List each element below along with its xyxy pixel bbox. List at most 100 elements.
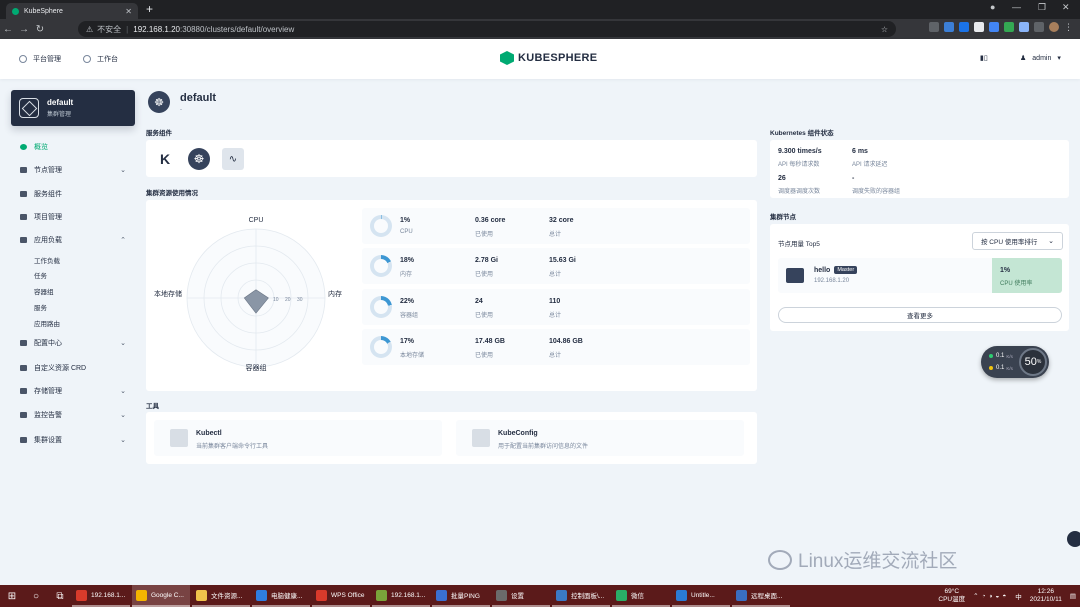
extension-icon[interactable]	[989, 22, 999, 32]
app-label: 电脑健康...	[271, 593, 303, 600]
close-tab-icon[interactable]: ✕	[125, 7, 132, 16]
sidebar-subitem-services[interactable]: 服务	[34, 302, 47, 312]
chevron-down-icon: ▾	[1057, 55, 1061, 62]
extension-icon[interactable]	[959, 22, 969, 32]
kubeconfig-tool[interactable]: KubeConfig 用于配置当前集群访问信息的文件	[456, 420, 744, 456]
profile-icon[interactable]: ●	[990, 2, 995, 12]
sidebar-item-storage[interactable]: 存储管理 ⌄	[20, 386, 130, 396]
translate-icon[interactable]	[929, 22, 939, 32]
cluster-switcher[interactable]: default 集群管理	[11, 90, 135, 126]
browser-tab[interactable]: KubeSphere ✕	[6, 3, 138, 19]
taskbar-app-button[interactable]: 微信	[612, 585, 670, 607]
kubectl-tool[interactable]: Kubectl 当前集群客户端命令行工具	[154, 420, 442, 456]
menu-dots-icon[interactable]: ⋮	[1064, 22, 1074, 32]
app-label: WPS Office	[331, 591, 365, 599]
components-icon	[20, 191, 27, 197]
extension-icon[interactable]	[1004, 22, 1014, 32]
app-icon	[196, 589, 207, 601]
kubesphere-component-icon[interactable]: K	[154, 148, 176, 170]
sidebar-item-nodes[interactable]: 节点管理 ⌄	[20, 165, 130, 175]
workbench-button[interactable]: 工作台	[83, 54, 118, 64]
sidebar-item-projects[interactable]: 项目管理	[20, 212, 130, 222]
warning-icon: ⚠	[86, 24, 94, 34]
avatar[interactable]	[1049, 22, 1059, 32]
taskbar-app-button[interactable]: WPS Office	[312, 585, 370, 607]
network-monitor-widget[interactable]: 0.1 K/s 0.1 K/s 50%	[981, 346, 1049, 378]
tray-icons[interactable]: ⌃◔◑◒◓	[973, 592, 1009, 600]
sidebar-item-settings[interactable]: 集群设置 ⌄	[20, 435, 130, 445]
taskbar-app-button[interactable]: 192.168.1...	[72, 585, 130, 607]
address-bar[interactable]: ⚠ 不安全 | 192.168.1.20 :30880/clusters/def…	[78, 21, 896, 37]
tab-title: KubeSphere	[24, 7, 63, 15]
clock[interactable]: 12:26 2021/10/11	[1030, 588, 1062, 604]
app-label: Untitle...	[691, 591, 715, 599]
ime-indicator[interactable]: 中	[1015, 591, 1022, 601]
sidebar-subitem-pods[interactable]: 容器组	[34, 286, 54, 296]
forward-icon[interactable]: →	[16, 24, 32, 35]
back-icon[interactable]: ←	[0, 24, 16, 35]
sidebar: default 集群管理 概览 节点管理 ⌄ 服务组件 项目管理 应用负载 ⌃ 工作…	[0, 79, 142, 585]
taskbar-app-button[interactable]: 远程桌面...	[732, 585, 790, 607]
logo-text: KUBESPHERE	[518, 52, 598, 64]
chevron-up-icon: ⌃	[120, 237, 126, 244]
taskbar-app-button[interactable]: 批量PING	[432, 585, 490, 607]
view-more-button[interactable]: 查看更多	[778, 307, 1062, 323]
taskbar-app-button[interactable]: 192.168.1...	[372, 585, 430, 607]
page-header: ☸ default -	[148, 91, 216, 113]
minimize-icon[interactable]: —	[1012, 2, 1021, 12]
resource-total: 104.86 GB	[549, 338, 583, 345]
task-view-icon[interactable]: ⧉	[48, 591, 72, 602]
sidebar-item-components[interactable]: 服务组件	[20, 189, 130, 199]
sidebar-item-workloads[interactable]: 应用负载 ⌃	[20, 235, 130, 245]
platform-management-button[interactable]: 平台管理	[19, 54, 61, 64]
sidebar-item-monitoring[interactable]: 监控告警 ⌄	[20, 410, 130, 420]
reload-icon[interactable]: ↻	[32, 24, 48, 35]
terminal-icon	[170, 429, 188, 447]
app-icon	[316, 589, 327, 601]
sidebar-item-overview[interactable]: 概览	[20, 142, 130, 152]
tools-icon[interactable]: ▮▯	[980, 54, 988, 62]
resource-used: 0.36 core	[475, 217, 506, 224]
sort-select[interactable]: 按 CPU 使用率排行 ⌄	[972, 232, 1063, 250]
resource-percent: 22%	[400, 298, 415, 305]
sidebar-subitem-jobs[interactable]: 任务	[34, 270, 47, 280]
logo-icon	[500, 51, 514, 65]
help-extension-icon[interactable]	[944, 22, 954, 32]
resource-used-label: 已使用	[475, 232, 494, 238]
kubesphere-logo[interactable]: KUBESPHERE	[500, 51, 597, 65]
radar-tick: 30	[297, 297, 303, 303]
puzzle-icon[interactable]	[1034, 22, 1044, 32]
username: admin	[1032, 54, 1052, 62]
extension-icon[interactable]	[1019, 22, 1029, 32]
sidebar-item-crd[interactable]: 自定义资源 CRD	[20, 363, 130, 373]
nodes-top5-header: 节点用量 Top5	[778, 241, 820, 248]
taskbar-app-button[interactable]: Google C...	[132, 585, 190, 607]
system-tray: 69°C CPU温度 ⌃◔◑◒◓ 中 12:26 2021/10/11 ▤	[938, 585, 1076, 607]
node-row[interactable]: hello Master 192.168.1.20 1% CPU 使用率	[778, 258, 1062, 293]
search-icon[interactable]: ○	[24, 591, 48, 602]
sidebar-subitem-routes[interactable]: 应用路由	[34, 318, 60, 328]
start-icon[interactable]: ⊞	[0, 591, 24, 602]
taskbar-app-button[interactable]: 控制面板\...	[552, 585, 610, 607]
taskbar-app-button[interactable]: 电脑健康...	[252, 585, 310, 607]
restore-icon[interactable]: ❐	[1038, 2, 1046, 13]
close-window-icon[interactable]: ✕	[1062, 2, 1070, 13]
resource-used-label: 已使用	[475, 353, 494, 359]
extension-icon[interactable]	[974, 22, 984, 32]
sidebar-item-config[interactable]: 配置中心 ⌄	[20, 338, 130, 348]
kubernetes-component-icon[interactable]: ☸	[188, 148, 210, 170]
taskbar-app-button[interactable]: 设置	[492, 585, 550, 607]
floating-toolbox-button[interactable]	[1067, 531, 1080, 547]
app-label: 远程桌面...	[751, 593, 783, 600]
bookmark-star-icon[interactable]: ☆	[881, 25, 888, 34]
user-menu[interactable]: ♟ admin ▾	[1020, 54, 1061, 63]
services-section-title: 服务组件	[146, 130, 172, 137]
taskbar-app-button[interactable]: 文件资源...	[192, 585, 250, 607]
notification-icon[interactable]: ▤	[1070, 592, 1076, 600]
upload-icon	[989, 354, 993, 358]
new-tab-button[interactable]: +	[146, 2, 153, 16]
monitoring-component-icon[interactable]: ∿	[222, 148, 244, 170]
sidebar-subitem-workloads[interactable]: 工作负载	[34, 255, 60, 265]
helm-wheel-icon: ☸	[148, 91, 170, 113]
taskbar-app-button[interactable]: Untitle...	[672, 585, 730, 607]
